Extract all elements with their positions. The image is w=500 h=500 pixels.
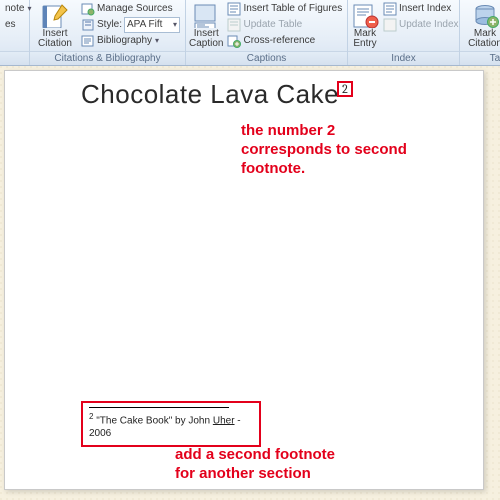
- tof-icon: [227, 2, 241, 16]
- caption-icon: [191, 2, 221, 28]
- annotation-top: the number 2 corresponds to second footn…: [241, 121, 407, 178]
- footnote-separator: [89, 407, 229, 408]
- workspace: Chocolate Lava Cake2 the number 2 corres…: [0, 66, 500, 500]
- mark-entry-icon: [351, 2, 379, 28]
- style-icon: [81, 18, 95, 32]
- bibliography-button[interactable]: Bibliography▾: [79, 33, 182, 49]
- mark-citation-button[interactable]: Mark Citation: [463, 1, 500, 49]
- style-selector[interactable]: Style: APA Fift▾: [79, 17, 182, 33]
- document-page[interactable]: Chocolate Lava Cake2 the number 2 corres…: [4, 70, 484, 490]
- next-footnote-partial[interactable]: note▾: [3, 1, 33, 17]
- insert-citation-button[interactable]: Insert Citation: [33, 1, 77, 49]
- group-index: Mark Entry Insert Index Update Index Ind…: [348, 0, 460, 65]
- update-index-icon: [383, 18, 397, 32]
- insert-index-icon: [383, 2, 397, 16]
- insert-caption-button[interactable]: Insert Caption: [189, 1, 223, 49]
- update-index-button: Update Index: [381, 17, 461, 33]
- page-title: Chocolate Lava Cake2: [81, 79, 353, 110]
- annotation-bottom: add a second footnote for another sectio…: [175, 445, 335, 483]
- group-captions: Insert Caption Insert Table of Figures U…: [186, 0, 348, 65]
- manage-sources-icon: [81, 2, 95, 16]
- crossref-icon: [227, 34, 241, 48]
- ribbon: note▾ es Insert Citation Manage Sources …: [0, 0, 500, 66]
- footnote-2: 2 "The Cake Book" by John Uher - 2006: [89, 412, 253, 439]
- group-label-toa: Tabl: [460, 51, 500, 65]
- manage-sources-button[interactable]: Manage Sources: [79, 1, 182, 17]
- update-table-icon: [227, 18, 241, 32]
- mark-entry-button[interactable]: Mark Entry: [351, 1, 379, 49]
- insert-index-button[interactable]: Insert Index: [381, 1, 461, 17]
- group-citations: Insert Citation Manage Sources Style: AP…: [30, 0, 186, 65]
- group-footnotes-partial: note▾ es: [0, 0, 30, 65]
- group-label-partial: [0, 51, 29, 65]
- update-table-button: Update Table: [225, 17, 344, 33]
- group-label-citations: Citations & Bibliography: [30, 51, 185, 65]
- insert-tof-button[interactable]: Insert Table of Figures: [225, 1, 344, 17]
- group-toa: Mark Citation Tabl: [460, 0, 500, 65]
- cross-reference-button[interactable]: Cross-reference: [225, 33, 344, 49]
- bibliography-icon: [81, 34, 95, 48]
- show-notes-partial[interactable]: es: [3, 17, 33, 33]
- group-label-captions: Captions: [186, 51, 347, 65]
- footnote-area[interactable]: 2 "The Cake Book" by John Uher - 2006: [81, 401, 261, 447]
- mark-citation-icon: [471, 2, 499, 28]
- footnote-ref-2[interactable]: 2: [337, 81, 353, 97]
- group-label-index: Index: [348, 51, 459, 65]
- book-pencil-icon: [40, 2, 70, 28]
